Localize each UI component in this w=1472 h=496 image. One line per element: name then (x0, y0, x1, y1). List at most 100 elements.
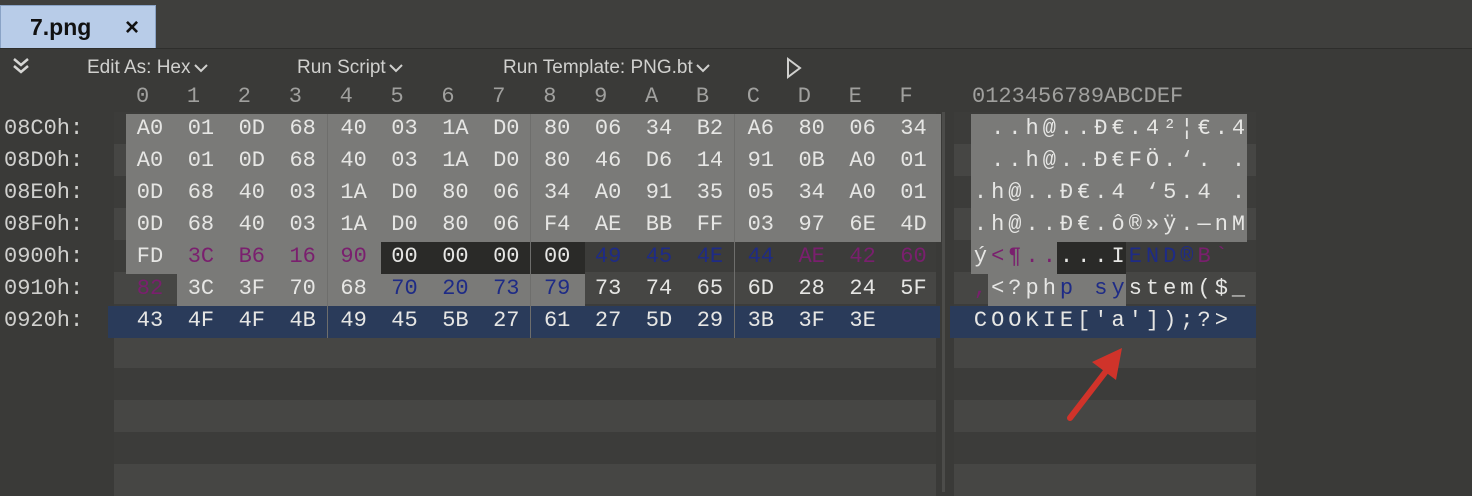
hex-byte[interactable]: 74 (640, 276, 678, 301)
hex-byte[interactable]: 4F (182, 308, 220, 333)
hex-byte[interactable]: 00 (487, 244, 525, 269)
text-char[interactable]: Ð (1092, 116, 1109, 141)
hex-byte[interactable]: 44 (742, 244, 780, 269)
hex-byte[interactable]: 80 (436, 212, 474, 237)
text-char[interactable]: ‘ (1178, 148, 1195, 173)
hex-byte[interactable]: 16 (284, 244, 322, 269)
text-char[interactable]: D (1161, 244, 1178, 269)
hex-byte[interactable]: 3F (793, 308, 831, 333)
text-char[interactable]: — (1196, 212, 1213, 237)
text-char[interactable]: Ð (1058, 180, 1075, 205)
hex-byte[interactable]: 5B (436, 308, 474, 333)
text-char[interactable]: ] (1144, 308, 1161, 333)
text-char[interactable]: . (1161, 148, 1178, 173)
text-char[interactable]: . (1092, 212, 1109, 237)
text-char[interactable]: . (1024, 212, 1041, 237)
text-char[interactable]: @ (1006, 212, 1023, 237)
text-char[interactable]: . (1006, 148, 1023, 173)
text-char[interactable]: ¶ (1006, 244, 1023, 269)
text-char[interactable]: . (1024, 244, 1041, 269)
text-char[interactable]: € (1110, 116, 1127, 141)
hex-byte[interactable]: 80 (538, 148, 576, 173)
text-char[interactable]: . (989, 116, 1006, 141)
text-char[interactable]: O (1006, 308, 1023, 333)
text-char[interactable]: . (1075, 244, 1092, 269)
hex-byte[interactable]: 5F (895, 276, 933, 301)
hex-byte[interactable]: FD (131, 244, 169, 269)
text-char[interactable]: h (1024, 148, 1041, 173)
hex-byte[interactable]: 4F (233, 308, 271, 333)
hex-byte[interactable]: 46 (589, 148, 627, 173)
hex-byte[interactable]: 24 (844, 276, 882, 301)
hex-byte[interactable]: 70 (386, 276, 424, 301)
hex-byte[interactable]: D0 (386, 180, 424, 205)
hex-byte[interactable]: 05 (742, 180, 780, 205)
text-char[interactable]: 4 (1110, 180, 1127, 205)
hex-byte[interactable]: 3F (233, 276, 271, 301)
hex-byte[interactable]: 03 (386, 148, 424, 173)
hex-byte[interactable]: 68 (284, 116, 322, 141)
text-char[interactable]: . (1127, 116, 1144, 141)
hex-byte[interactable]: 28 (793, 276, 831, 301)
text-char[interactable]: B (1196, 244, 1213, 269)
hex-byte[interactable]: 80 (538, 116, 576, 141)
text-char[interactable]: ý (972, 244, 989, 269)
text-char[interactable]: . (1041, 244, 1058, 269)
text-char[interactable]: . (1041, 212, 1058, 237)
text-char[interactable]: . (1092, 244, 1109, 269)
text-char[interactable]: @ (1041, 148, 1058, 173)
text-char[interactable]: . (1058, 148, 1075, 173)
text-char[interactable]: h (1041, 276, 1058, 301)
hex-byte[interactable]: 03 (386, 116, 424, 141)
text-char[interactable]: ² (1161, 116, 1178, 141)
hex-byte[interactable]: 1A (436, 148, 474, 173)
text-char[interactable]: Ð (1092, 148, 1109, 173)
hex-byte[interactable]: 80 (436, 180, 474, 205)
hex-byte[interactable]: 1A (335, 212, 373, 237)
hex-byte[interactable]: D0 (487, 148, 525, 173)
text-char[interactable]: ‘ (1144, 180, 1161, 205)
text-char[interactable]: ( (1196, 276, 1213, 301)
hex-byte[interactable]: 03 (284, 180, 322, 205)
hex-byte[interactable]: 73 (487, 276, 525, 301)
run-template-dropdown[interactable]: Run Template: PNG.bt (503, 57, 711, 79)
hex-byte[interactable]: 06 (487, 180, 525, 205)
hex-byte[interactable]: A0 (589, 180, 627, 205)
hex-byte[interactable]: 00 (436, 244, 474, 269)
hex-byte[interactable]: A0 (844, 180, 882, 205)
text-char[interactable]: 4 (1144, 116, 1161, 141)
text-char[interactable]: . (1196, 148, 1213, 173)
text-char[interactable]: s (1092, 276, 1109, 301)
text-char[interactable]: @ (1041, 116, 1058, 141)
hex-byte[interactable]: BB (640, 212, 678, 237)
hex-byte[interactable]: 0D (131, 180, 169, 205)
hex-byte[interactable]: 40 (233, 180, 271, 205)
text-char[interactable]: e (1161, 276, 1178, 301)
text-char[interactable]: _ (1230, 276, 1247, 301)
hex-byte[interactable]: 29 (691, 308, 729, 333)
text-char[interactable]: ¦ (1178, 116, 1195, 141)
text-char[interactable]: . (989, 148, 1006, 173)
text-char[interactable]: ? (1196, 308, 1213, 333)
run-play-icon[interactable] (786, 57, 802, 79)
text-char[interactable]: ; (1178, 308, 1195, 333)
hex-byte[interactable]: F4 (538, 212, 576, 237)
hex-byte[interactable]: 68 (335, 276, 373, 301)
text-char[interactable]: . (1230, 148, 1247, 173)
hex-byte[interactable]: A0 (844, 148, 882, 173)
hex-byte[interactable]: 70 (284, 276, 322, 301)
hex-byte[interactable]: A0 (131, 116, 169, 141)
text-char[interactable]: h (989, 212, 1006, 237)
hex-byte[interactable]: 40 (335, 148, 373, 173)
hex-byte[interactable]: 68 (182, 180, 220, 205)
hex-byte[interactable]: D0 (487, 116, 525, 141)
text-char[interactable]: . (1178, 212, 1195, 237)
hex-byte[interactable]: 45 (386, 308, 424, 333)
hex-byte[interactable]: 40 (335, 116, 373, 141)
text-char[interactable]: m (1178, 276, 1195, 301)
text-char[interactable]: Ð (1058, 212, 1075, 237)
text-char[interactable]: , (972, 276, 989, 301)
hex-byte[interactable]: 27 (487, 308, 525, 333)
text-char[interactable]: . (972, 212, 989, 237)
text-char[interactable]: ' (1092, 308, 1109, 333)
